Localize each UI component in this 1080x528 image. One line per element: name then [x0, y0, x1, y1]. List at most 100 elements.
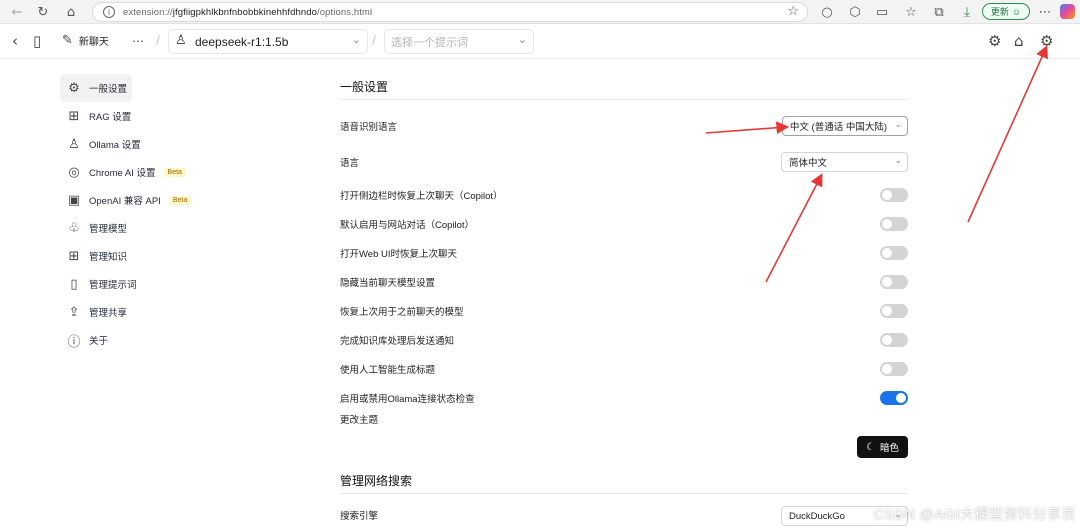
moon-icon: ☾	[866, 441, 875, 453]
extension-puzzle-icon[interactable]: ⬡	[846, 3, 864, 21]
toggle-switch[interactable]	[880, 216, 908, 231]
sidebar-item-label: 管理知识	[89, 252, 128, 263]
setting-label: 完成知识库处理后发送通知	[340, 335, 455, 347]
theme-toggle-button[interactable]: ☾ 暗色	[857, 436, 908, 458]
beta-badge: Beta	[168, 195, 192, 205]
llama-icon: ♙	[175, 33, 187, 48]
setting-toggle-row: 默认启用与网站对话（Copilot）	[340, 209, 908, 238]
brain-icon: ♧	[68, 220, 80, 236]
chevron-down-icon: ⌄	[894, 120, 902, 130]
ollama-status-icon[interactable]: ⚙	[988, 32, 1001, 50]
split-screen-icon[interactable]: ▭	[873, 3, 891, 21]
star-icon[interactable]: ☆	[787, 4, 799, 19]
sidebar-item-label: Chrome AI 设置	[89, 168, 156, 179]
setting-toggle-row: 打开侧边栏时恢复上次聊天（Copilot）	[340, 180, 908, 209]
chat-bubble-icon[interactable]: ○	[818, 3, 836, 21]
sidebar-item-prompts[interactable]: ▯ 管理提示词	[60, 270, 270, 298]
toggle-switch[interactable]	[880, 303, 908, 318]
favorites-icon[interactable]: ☆	[902, 3, 920, 21]
chevron-down-icon: ⌄	[894, 156, 902, 166]
toggle-switch[interactable]	[880, 390, 908, 405]
setting-label: 搜索引擎	[340, 510, 379, 522]
address-bar[interactable]: i extension://jfgfiigpkhlkbnfnbobbkinehh…	[92, 2, 808, 22]
theme-button-label: 暗色	[879, 443, 899, 454]
app-header: ‹ ▯ ✎ 新聊天 ⋯ / ♙ deepseek-r1:1.5b ⌄ / 选择一…	[0, 24, 1080, 59]
settings-cog-icon: ⚙	[68, 80, 80, 96]
update-button[interactable]: 更新 ☺	[982, 3, 1030, 20]
settings-main: 一般设置 语音识别语言 中文 (普通话 中国大陆) ⌄ 语言 简体中文 ⌄ 打开…	[340, 74, 908, 528]
edit-square-icon: ✎	[62, 33, 73, 48]
speech-language-value: 中文 (普通话 中国大陆)	[789, 122, 887, 133]
sidebar-item-share[interactable]: ⇪ 管理共享	[60, 298, 270, 326]
sidebar-item-label: 管理提示词	[89, 280, 137, 291]
setting-label: 打开侧边栏时恢复上次聊天（Copilot）	[340, 190, 503, 202]
sidebar-toggle-icon[interactable]: ▯	[33, 32, 41, 50]
settings-gear-icon[interactable]: ⚙	[1040, 32, 1053, 50]
reload-icon[interactable]: ↻	[34, 3, 52, 21]
model-select[interactable]: ♙ deepseek-r1:1.5b ⌄	[168, 29, 368, 54]
share-icon: ⇪	[68, 304, 80, 320]
sidebar-item-models[interactable]: ♧ 管理模型	[60, 214, 270, 242]
toggle-switch[interactable]	[880, 332, 908, 347]
sidebar-item-label: 管理共享	[89, 308, 128, 319]
blocks-icon: ⊞	[68, 248, 80, 264]
sidebar-item-chrome-ai[interactable]: ◎ Chrome AI 设置 Beta	[60, 158, 270, 186]
toggle-switch[interactable]	[880, 361, 908, 376]
sidebar-item-openai[interactable]: ▣ OpenAI 兼容 API Beta	[60, 186, 270, 214]
more-menu-icon[interactable]: ⋯	[1036, 3, 1054, 21]
sidebar-item-knowledge[interactable]: ⊞ 管理知识	[60, 242, 270, 270]
sidebar-item-rag[interactable]: ⊞ RAG 设置	[60, 102, 270, 130]
sidebar-item-ollama[interactable]: ♙ Ollama 设置	[60, 130, 270, 158]
info-icon: ⓘ	[67, 334, 81, 350]
book-icon: ▯	[70, 276, 78, 292]
model-select-value: deepseek-r1:1.5b	[195, 34, 289, 49]
setting-label: 更改主题	[340, 415, 379, 426]
sidebar-item-label: 一般设置	[89, 84, 128, 95]
sidebar-item-general[interactable]: ⚙ 一般设置	[60, 74, 132, 102]
back-arrow-icon[interactable]: ←	[8, 3, 26, 21]
setting-toggle-row: 完成知识库处理后发送通知	[340, 325, 908, 354]
setting-label: 默认启用与网站对话（Copilot）	[340, 219, 475, 231]
setting-toggle-row: 使用人工智能生成标题	[340, 354, 908, 383]
collections-icon[interactable]: ⧉	[930, 3, 948, 21]
language-value: 简体中文	[789, 158, 828, 169]
setting-label: 恢复上次用于之前聊天的模型	[340, 306, 464, 318]
search-engine-value: DuckDuckGo	[789, 510, 845, 522]
section-title-web-search: 管理网络搜索	[340, 468, 908, 494]
prompt-select[interactable]: 选择一个提示词 ⌄	[384, 29, 534, 54]
sidebar-item-label: OpenAI 兼容 API	[89, 196, 161, 207]
browser-toolbar: ← ↻ ⌂ i extension://jfgfiigpkhlkbnfnbobb…	[0, 0, 1080, 24]
setting-toggle-row: 隐藏当前聊天模型设置	[340, 267, 908, 296]
new-chat-button[interactable]: ✎ 新聊天	[62, 33, 109, 48]
divider-slash: /	[372, 32, 376, 48]
more-dots-icon[interactable]: ⋯	[132, 32, 144, 50]
toggle-switch[interactable]	[880, 187, 908, 202]
setting-label: 语言	[340, 158, 360, 169]
profile-icon: ☺	[1011, 6, 1022, 17]
divider-slash: /	[156, 32, 160, 48]
collapse-chevron-icon[interactable]: ‹	[12, 32, 18, 50]
home-icon[interactable]: ⌂	[62, 3, 80, 21]
setting-label: 使用人工智能生成标题	[340, 364, 436, 376]
setting-label: 打开Web UI时恢复上次聊天	[340, 248, 458, 260]
toggle-switch[interactable]	[880, 274, 908, 289]
chevron-down-icon: ⌄	[517, 33, 527, 46]
github-icon[interactable]: ⌂	[1014, 32, 1024, 50]
setting-label: 隐藏当前聊天模型设置	[340, 277, 436, 289]
chevron-down-icon: ⌄	[351, 33, 361, 46]
copilot-icon[interactable]	[1060, 4, 1075, 19]
setting-toggle-row: 恢复上次用于之前聊天的模型	[340, 296, 908, 325]
url-text: extension://jfgfiigpkhlkbnfnbobbkinehhfd…	[123, 6, 373, 18]
setting-toggle-row: 启用或禁用Ollama连接状态检查	[340, 383, 908, 412]
speech-language-select[interactable]: 中文 (普通话 中国大陆) ⌄	[781, 116, 908, 136]
setting-label: 语音识别语言	[340, 122, 398, 133]
new-chat-label: 新聊天	[78, 37, 109, 48]
language-select[interactable]: 简体中文 ⌄	[781, 152, 908, 172]
watermark-text: CSDN @AGI大模型资料分享员	[873, 506, 1076, 522]
info-icon[interactable]: i	[103, 6, 115, 18]
setting-language: 语言 简体中文 ⌄	[340, 144, 908, 180]
arrow-to-settings	[967, 45, 1048, 223]
sidebar-item-about[interactable]: ⓘ 关于	[60, 326, 270, 354]
toggle-switch[interactable]	[880, 245, 908, 260]
download-icon[interactable]: ⤓	[958, 3, 976, 21]
